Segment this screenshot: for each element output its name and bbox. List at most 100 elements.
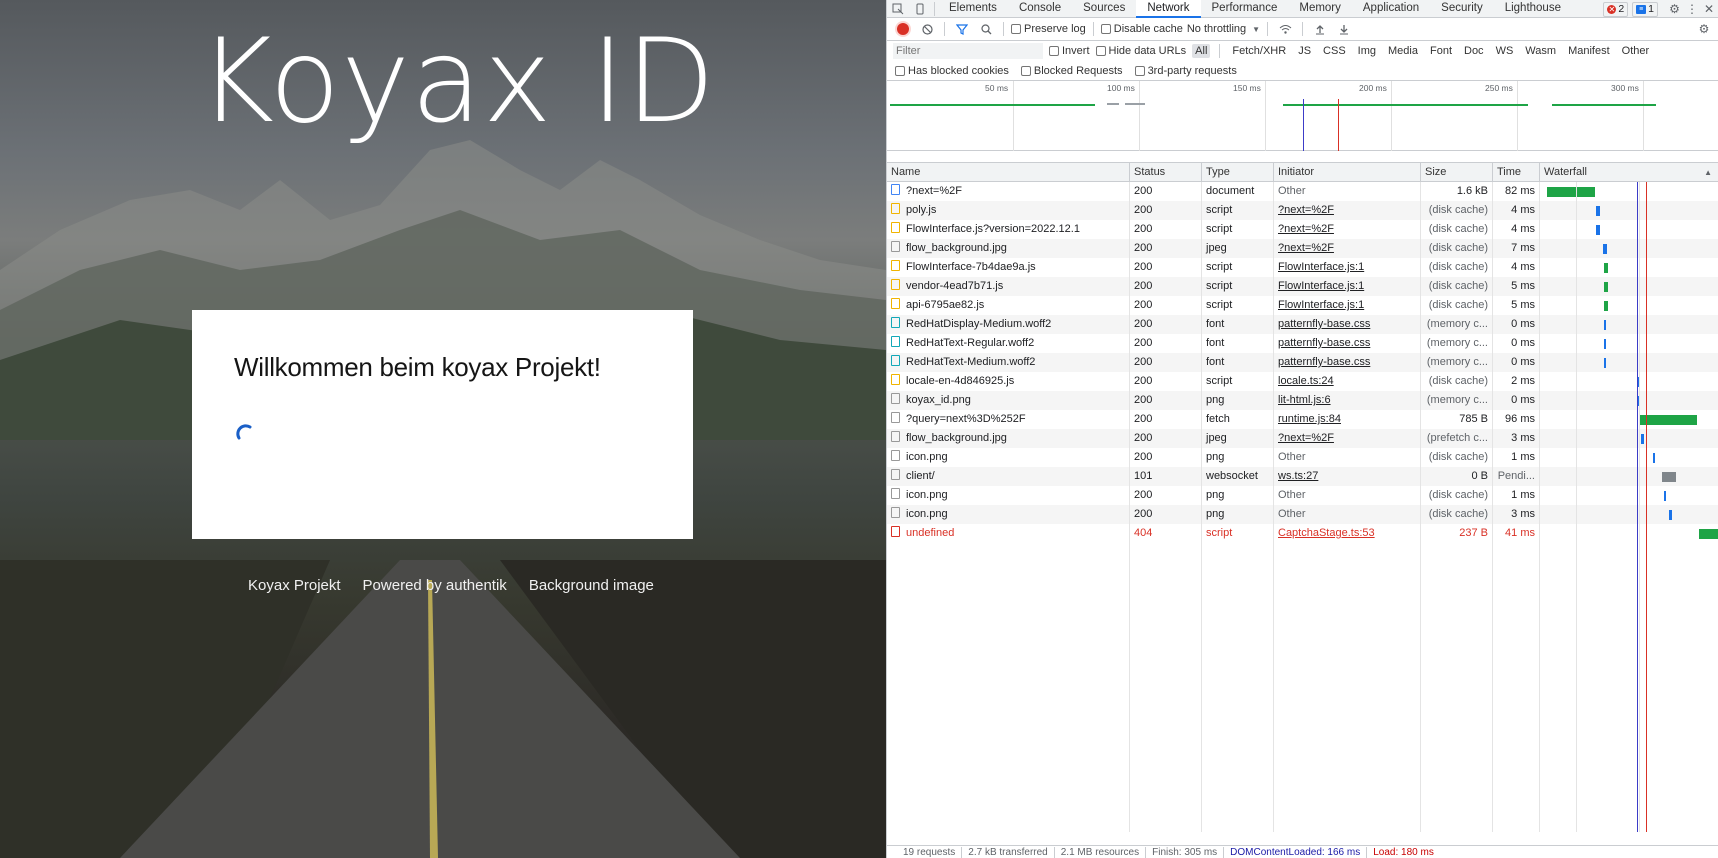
hide-data-urls-checkbox[interactable]: Hide data URLs <box>1095 45 1186 57</box>
table-row[interactable]: icon.png 200 png Other (disk cache) 1 ms <box>887 448 1718 467</box>
request-initiator[interactable]: ws.ts:27 <box>1274 467 1421 486</box>
col-header-initiator[interactable]: Initiator <box>1274 163 1421 182</box>
table-row[interactable]: flow_background.jpg 200 jpeg ?next=%2F (disk… <box>887 239 1718 258</box>
table-row[interactable]: locale-en-4d846925.js 200 script locale.ts:… <box>887 372 1718 391</box>
type-filter-media[interactable]: Media <box>1385 44 1421 58</box>
table-row[interactable]: ?next=%2F 200 document Other 1.6 kB 82 ms <box>887 182 1718 201</box>
footer-link-powered-by[interactable]: Powered by authentik <box>363 577 507 594</box>
export-har-icon[interactable] <box>1334 19 1354 39</box>
request-initiator[interactable]: FlowInterface.js:1 <box>1274 296 1421 315</box>
request-name[interactable]: client/ <box>887 467 1130 486</box>
col-header-type[interactable]: Type <box>1202 163 1274 182</box>
tab-sources[interactable]: Sources <box>1072 0 1136 18</box>
network-conditions-icon[interactable] <box>1275 19 1295 39</box>
more-options-icon[interactable]: ⋮ <box>1686 2 1698 16</box>
table-row[interactable]: icon.png 200 png Other (disk cache) 1 ms <box>887 486 1718 505</box>
table-row[interactable]: RedHatDisplay-Medium.woff2 200 font pattern… <box>887 315 1718 334</box>
clear-button[interactable] <box>917 19 937 39</box>
type-filter-manifest[interactable]: Manifest <box>1565 44 1613 58</box>
request-name[interactable]: locale-en-4d846925.js <box>887 372 1130 391</box>
message-count-badge[interactable]: ≡ 1 <box>1632 1 1658 17</box>
request-name[interactable]: flow_background.jpg <box>887 239 1130 258</box>
blocked-cookies-checkbox[interactable]: Has blocked cookies <box>895 65 1009 77</box>
tab-network[interactable]: Network <box>1136 0 1201 18</box>
request-initiator[interactable]: patternfly-base.css <box>1274 315 1421 334</box>
table-row[interactable]: RedHatText-Regular.woff2 200 font patternfl… <box>887 334 1718 353</box>
col-header-size[interactable]: Size <box>1421 163 1493 182</box>
request-initiator[interactable]: ?next=%2F <box>1274 239 1421 258</box>
network-overview-timeline[interactable]: 50 ms 100 ms 150 ms 200 ms 250 ms 300 ms <box>887 81 1718 151</box>
request-name[interactable]: poly.js <box>887 201 1130 220</box>
table-row[interactable]: undefined 404 script CaptchaStage.ts:53 237 … <box>887 524 1718 543</box>
type-filter-ws[interactable]: WS <box>1493 44 1517 58</box>
request-initiator[interactable]: CaptchaStage.ts:53 <box>1274 524 1421 543</box>
third-party-checkbox[interactable]: 3rd-party requests <box>1134 65 1237 77</box>
request-initiator[interactable]: lit-html.js:6 <box>1274 391 1421 410</box>
table-row[interactable]: FlowInterface.js?version=2022.12.1 200 scr… <box>887 220 1718 239</box>
table-row[interactable]: icon.png 200 png Other (disk cache) 3 ms <box>887 505 1718 524</box>
invert-checkbox[interactable]: Invert <box>1049 45 1090 57</box>
request-initiator[interactable]: FlowInterface.js:1 <box>1274 277 1421 296</box>
close-devtools-icon[interactable]: ✕ <box>1704 2 1714 16</box>
tab-elements[interactable]: Elements <box>938 0 1008 18</box>
tab-security[interactable]: Security <box>1430 0 1494 18</box>
request-name[interactable]: koyax_id.png <box>887 391 1130 410</box>
type-filter-css[interactable]: CSS <box>1320 44 1349 58</box>
table-row[interactable]: vendor-4ead7b71.js 200 script FlowInterface… <box>887 277 1718 296</box>
type-filter-font[interactable]: Font <box>1427 44 1455 58</box>
blocked-requests-checkbox[interactable]: Blocked Requests <box>1020 65 1123 77</box>
network-settings-gear-icon[interactable]: ⚙ <box>1694 19 1714 39</box>
search-button[interactable] <box>976 19 996 39</box>
import-har-icon[interactable] <box>1310 19 1330 39</box>
col-header-name[interactable]: Name <box>887 163 1130 182</box>
type-filter-doc[interactable]: Doc <box>1461 44 1487 58</box>
table-row[interactable]: poly.js 200 script ?next=%2F (disk cache) 4 m… <box>887 201 1718 220</box>
footer-link-background-image[interactable]: Background image <box>529 577 654 594</box>
table-row[interactable]: api-6795ae82.js 200 script FlowInterface.js… <box>887 296 1718 315</box>
type-filter-fetch-xhr[interactable]: Fetch/XHR <box>1229 44 1289 58</box>
request-initiator[interactable]: ?next=%2F <box>1274 220 1421 239</box>
request-name[interactable]: RedHatText-Regular.woff2 <box>887 334 1130 353</box>
tab-memory[interactable]: Memory <box>1288 0 1352 18</box>
table-row[interactable]: flow_background.jpg 200 jpeg ?next=%2F (pref… <box>887 429 1718 448</box>
request-name[interactable]: flow_background.jpg <box>887 429 1130 448</box>
request-initiator[interactable]: FlowInterface.js:1 <box>1274 258 1421 277</box>
type-filter-img[interactable]: Img <box>1355 44 1379 58</box>
request-name[interactable]: vendor-4ead7b71.js <box>887 277 1130 296</box>
footer-link-project[interactable]: Koyax Projekt <box>248 577 341 594</box>
request-name[interactable]: ?next=%2F <box>887 182 1130 201</box>
request-initiator[interactable]: ?next=%2F <box>1274 201 1421 220</box>
error-count-badge[interactable]: ✕ 2 <box>1603 1 1629 17</box>
table-row[interactable]: ?query=next%3D%252F 200 fetch runtime.js:84… <box>887 410 1718 429</box>
request-name[interactable]: RedHatText-Medium.woff2 <box>887 353 1130 372</box>
col-header-waterfall[interactable]: Waterfall ▲ <box>1540 163 1718 182</box>
request-initiator[interactable]: locale.ts:24 <box>1274 372 1421 391</box>
tab-lighthouse[interactable]: Lighthouse <box>1494 0 1572 18</box>
request-name[interactable]: FlowInterface.js?version=2022.12.1 <box>887 220 1130 239</box>
request-name[interactable]: icon.png <box>887 486 1130 505</box>
tab-performance[interactable]: Performance <box>1201 0 1289 18</box>
filter-button[interactable] <box>952 19 972 39</box>
table-row[interactable]: RedHatText-Medium.woff2 200 font patternfly… <box>887 353 1718 372</box>
request-name[interactable]: icon.png <box>887 505 1130 524</box>
request-name[interactable]: ?query=next%3D%252F <box>887 410 1130 429</box>
request-initiator[interactable]: ?next=%2F <box>1274 429 1421 448</box>
col-header-time[interactable]: Time <box>1493 163 1540 182</box>
settings-gear-icon[interactable]: ⚙ <box>1669 2 1680 16</box>
request-name[interactable]: RedHatDisplay-Medium.woff2 <box>887 315 1130 334</box>
request-initiator[interactable]: runtime.js:84 <box>1274 410 1421 429</box>
table-row[interactable]: koyax_id.png 200 png lit-html.js:6 (memory c… <box>887 391 1718 410</box>
filter-input[interactable] <box>893 43 1043 59</box>
col-header-status[interactable]: Status <box>1130 163 1202 182</box>
request-name[interactable]: api-6795ae82.js <box>887 296 1130 315</box>
inspect-element-icon[interactable] <box>887 0 909 18</box>
request-initiator[interactable]: patternfly-base.css <box>1274 334 1421 353</box>
type-filter-other[interactable]: Other <box>1619 44 1653 58</box>
type-filter-wasm[interactable]: Wasm <box>1522 44 1559 58</box>
type-filter-js[interactable]: JS <box>1295 44 1314 58</box>
disable-cache-checkbox[interactable]: Disable cache <box>1100 23 1183 35</box>
table-row[interactable]: FlowInterface-7b4dae9a.js 200 script FlowIn… <box>887 258 1718 277</box>
throttling-select[interactable]: No throttling ▼ <box>1187 23 1260 35</box>
tab-console[interactable]: Console <box>1008 0 1072 18</box>
request-initiator[interactable]: patternfly-base.css <box>1274 353 1421 372</box>
